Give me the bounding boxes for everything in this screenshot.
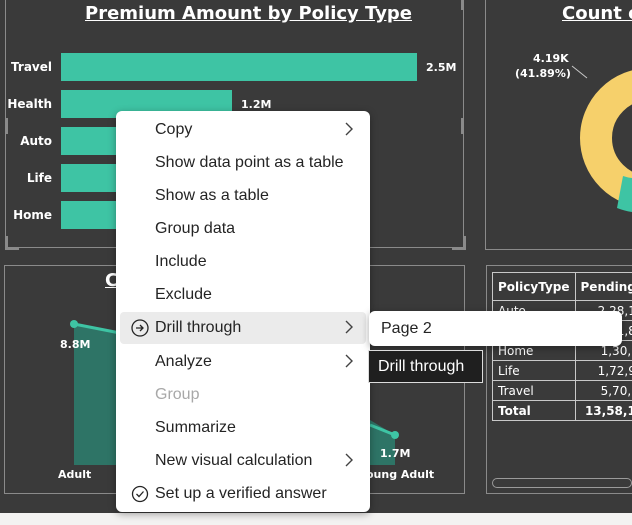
tooltip-text: Drill through bbox=[378, 358, 465, 375]
menu-item-exclude[interactable]: Exclude bbox=[120, 279, 366, 311]
menu-item-label: Analyze bbox=[155, 353, 212, 370]
menu-item-label: Show as a table bbox=[155, 187, 269, 204]
table-row: Travel 5,70,( bbox=[492, 380, 632, 401]
bar-value-label: 2.5M bbox=[426, 61, 457, 74]
resize-handle-br[interactable] bbox=[452, 236, 466, 250]
menu-item-label: Copy bbox=[155, 121, 193, 138]
area-xlabel-adult: Adult bbox=[58, 468, 92, 481]
context-menu: Copy Show data point as a table Show as a … bbox=[116, 111, 370, 512]
area-xlabel-young-adult: oung Adult bbox=[366, 468, 435, 481]
resize-handle-tr[interactable] bbox=[450, 0, 464, 10]
chevron-right-icon bbox=[345, 122, 353, 136]
menu-item-label: Exclude bbox=[155, 286, 212, 303]
menu-item-group: Group bbox=[120, 379, 366, 411]
donut-label-leader bbox=[571, 65, 588, 79]
bar-category-label: Health bbox=[7, 97, 52, 111]
chevron-right-icon bbox=[345, 354, 353, 368]
menu-item-new-visual-calculation[interactable]: New visual calculation bbox=[120, 445, 366, 477]
matrix-header-row: PolicyType Pending bbox=[492, 272, 632, 301]
menu-item-set-up-a-verified-answer[interactable]: Set up a verified answer bbox=[120, 478, 366, 510]
donut-segment-yellow bbox=[580, 70, 632, 206]
bar-travel[interactable] bbox=[61, 53, 417, 81]
matrix-cell: 1,72,9 bbox=[574, 360, 632, 381]
drill-through-icon bbox=[131, 319, 149, 337]
menu-item-analyze[interactable]: Analyze bbox=[120, 346, 366, 378]
area-point-young-adult bbox=[391, 431, 399, 439]
menu-item-label: Set up a verified answer bbox=[155, 485, 327, 502]
menu-item-drill-through[interactable]: Drill through bbox=[120, 312, 366, 344]
submenu-item-label: Page 2 bbox=[381, 320, 432, 337]
matrix-horizontal-scrollbar[interactable] bbox=[492, 478, 632, 488]
matrix-total-label: Total bbox=[492, 400, 576, 421]
area-label-adult: 8.8M bbox=[60, 338, 91, 351]
matrix-cell: 5,70,( bbox=[574, 380, 632, 401]
matrix-header-pending[interactable]: Pending bbox=[574, 272, 632, 301]
menu-item-label: Group data bbox=[155, 220, 236, 237]
matrix-cell: Life bbox=[492, 360, 576, 381]
area-point-adult bbox=[70, 320, 78, 328]
menu-item-label: Drill through bbox=[155, 319, 242, 336]
menu-item-group-data[interactable]: Group data bbox=[120, 213, 366, 245]
menu-item-label: Summarize bbox=[155, 419, 236, 436]
resize-handle-tl[interactable] bbox=[0, 0, 14, 8]
matrix-total-row: Total 13,58,1 bbox=[492, 400, 632, 421]
chevron-right-icon bbox=[345, 320, 353, 334]
donut-chart-title: Count o bbox=[562, 3, 632, 24]
menu-item-label: Include bbox=[155, 253, 207, 270]
donut-label-percent: (41.89%) bbox=[515, 67, 571, 80]
menu-item-summarize[interactable]: Summarize bbox=[120, 412, 366, 444]
bar-category-label: Life bbox=[26, 171, 52, 185]
menu-item-copy[interactable]: Copy bbox=[120, 114, 366, 146]
matrix-table: PolicyType Pending Auto 2,28,1 1,8 Home … bbox=[492, 272, 632, 421]
resize-handle-left[interactable] bbox=[5, 118, 8, 134]
table-row: Life 1,72,9 bbox=[492, 360, 632, 381]
resize-handle-bl[interactable] bbox=[5, 236, 19, 250]
bar-category-label: Travel bbox=[11, 60, 52, 74]
bar-category-label: Home bbox=[13, 208, 52, 222]
menu-item-label: Group bbox=[155, 386, 200, 403]
menu-item-show-data-point-as-a-table[interactable]: Show data point as a table bbox=[120, 147, 366, 179]
resize-handle-right[interactable] bbox=[461, 118, 464, 134]
drill-through-submenu: Page 2 bbox=[369, 311, 622, 346]
area-label-young-adult: 1.7M bbox=[380, 447, 411, 460]
chevron-right-icon bbox=[345, 453, 353, 467]
submenu-item-page-2[interactable]: Page 2 bbox=[369, 311, 622, 346]
verified-answer-icon bbox=[131, 485, 149, 503]
matrix-cell: Travel bbox=[492, 380, 576, 401]
matrix-total-value: 13,58,1 bbox=[574, 400, 632, 421]
menu-item-label: Show data point as a table bbox=[155, 154, 344, 171]
menu-item-include[interactable]: Include bbox=[120, 246, 366, 278]
menu-item-show-as-a-table[interactable]: Show as a table bbox=[120, 180, 366, 212]
bar-category-label: Auto bbox=[20, 134, 52, 148]
drill-through-tooltip: Drill through bbox=[368, 350, 483, 383]
menu-item-label: New visual calculation bbox=[155, 452, 313, 469]
bar-chart-title: Premium Amount by Policy Type bbox=[85, 3, 413, 24]
bar-value-label: 1.2M bbox=[241, 98, 272, 111]
matrix-header-policytype[interactable]: PolicyType bbox=[492, 272, 576, 301]
donut-label-value: 4.19K bbox=[533, 52, 569, 65]
